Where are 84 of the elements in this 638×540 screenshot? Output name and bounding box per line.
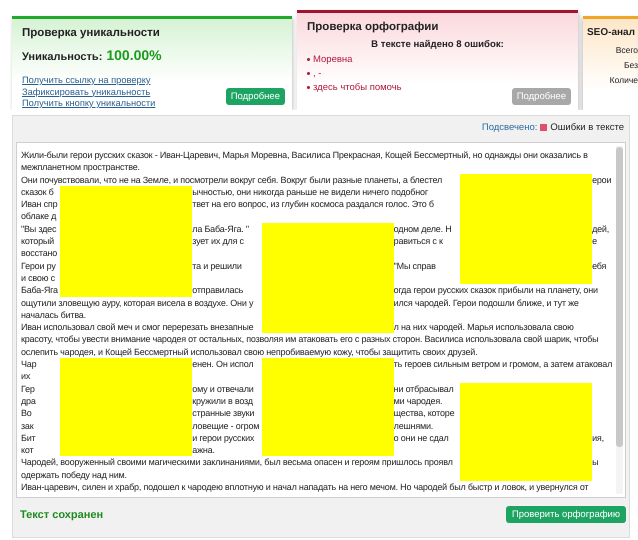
text-fragment: ла Баба-Яга. " bbox=[192, 222, 250, 236]
seo-label: Всего bbox=[616, 45, 638, 55]
text-fragment: кот bbox=[21, 444, 34, 456]
text-fragment: восстано bbox=[21, 247, 58, 260]
text-fragment: ми чародея. bbox=[394, 394, 444, 408]
text-fragment: равиться с к bbox=[394, 235, 444, 248]
text-fragment: Бит bbox=[21, 432, 36, 444]
error-word: здесь чтобы помочь bbox=[313, 82, 402, 93]
text-line: Иван-царевич, силен и храбр, подошел к чародею вплотную и начал нападать на него мечом. Но чародей был быстр и ловок, и увернулся от bbox=[21, 481, 590, 494]
highlight-link[interactable]: Подсвечено: bbox=[482, 122, 538, 133]
bullet-icon bbox=[307, 58, 310, 61]
card-title: Проверка орфографии bbox=[307, 21, 440, 33]
uniqueness-label: Уникальность: bbox=[22, 51, 102, 63]
error-word: , - bbox=[313, 68, 322, 79]
text-line: Жили-были герои русских сказок - Иван-Царевич, Марья Моревна, Василиса Прекрасная, Кощей Бессмертный, но однажды они оказались в bbox=[21, 149, 589, 162]
uniqueness-value: 100.00% bbox=[106, 47, 162, 63]
text-fragment: Чар bbox=[21, 358, 38, 370]
text-fragment: ловещие - огром bbox=[192, 420, 260, 432]
details-button[interactable]: Подробнее bbox=[226, 88, 285, 105]
card-title: SEO-анал bbox=[587, 27, 636, 38]
text-line: межпланетном пространстве. bbox=[21, 161, 141, 174]
card-title: Проверка уникальности bbox=[22, 27, 161, 39]
text-fragment: дра bbox=[21, 394, 37, 408]
scrollbar[interactable] bbox=[616, 146, 623, 494]
text-fragment: началась битва. bbox=[21, 308, 87, 322]
link[interactable]: Зафиксировать уникальность bbox=[22, 86, 150, 98]
text-fragment: Гер bbox=[21, 382, 36, 395]
legend-label: Ошибки в тексте bbox=[550, 122, 624, 133]
text-fragment: "Вы здес bbox=[21, 222, 58, 236]
link[interactable]: Получить кнопку уникальности bbox=[22, 98, 156, 110]
text-fragment: ился чародей. Герои подошли ближе, и тут же bbox=[394, 296, 580, 309]
text-fragment: который bbox=[21, 235, 55, 248]
text-fragment: твет на его вопрос, из глубин космоса раздался голос. Это б bbox=[192, 198, 435, 210]
text-fragment: ому и отвечали bbox=[192, 382, 255, 395]
seo-label: Количе bbox=[610, 75, 638, 85]
text-fragment: зак bbox=[21, 420, 35, 432]
text-fragment: Они почувствовали, что не на Земле, и посмотрели вокруг себя. Вокруг были разные планеты, а блестел bbox=[21, 174, 444, 186]
text-fragment: ть героев сильным ветром и громом, а затем атаковал bbox=[394, 358, 614, 370]
check-spelling-button[interactable]: Проверить орфографию bbox=[506, 506, 626, 523]
text-fragment: сказок б bbox=[21, 186, 55, 198]
text-fragment: кружили в возд bbox=[192, 394, 254, 408]
text-fragment: отправилась bbox=[192, 284, 244, 297]
text-fragment: ычностью, они никогда раньше не видели ничего подобног bbox=[192, 186, 429, 198]
seo-label: Без bbox=[624, 60, 638, 70]
error-summary: В тексте найдено 8 ошибок: bbox=[370, 39, 505, 50]
text-fragment: ощутили зловещую ауру, которая висела в воздухе. Они у bbox=[21, 296, 254, 309]
text-fragment: щества, которе bbox=[394, 407, 456, 420]
text-fragment: Иван использовал свой меч и смог перерезать внезапные bbox=[21, 321, 254, 334]
text-line: ослепить чародея, и Кощей Бессмертный использовал свою непробиваемую кожу, чтобы защитить своих друзей. bbox=[21, 346, 478, 358]
text-fragment: одном деле. Н bbox=[394, 222, 453, 236]
text-fragment: о они не сдал bbox=[394, 432, 450, 444]
text-fragment: их bbox=[21, 370, 32, 383]
text-fragment: Иван спр bbox=[21, 198, 58, 210]
bullet-icon bbox=[307, 72, 310, 75]
text-fragment: лешнями. bbox=[394, 420, 434, 432]
text-fragment: облаке д bbox=[21, 210, 58, 223]
text-area[interactable] bbox=[16, 142, 626, 498]
text-fragment: дей, bbox=[592, 222, 610, 236]
link[interactable]: Получить ссылку на проверку bbox=[22, 75, 151, 86]
text-fragment: странные звуки bbox=[192, 407, 256, 420]
text-fragment: ажна. bbox=[192, 444, 216, 456]
text-fragment: одержать победу над ним. bbox=[21, 468, 128, 482]
text-fragment: Во bbox=[21, 407, 33, 420]
text-fragment: и свою с bbox=[21, 272, 56, 284]
text-fragment: "Мы справ bbox=[394, 260, 437, 272]
text-fragment: ерои bbox=[592, 174, 612, 186]
text-fragment: ы bbox=[592, 456, 600, 469]
text-fragment: зует их для с bbox=[192, 235, 245, 248]
text-fragment: енен. Он испол bbox=[192, 358, 254, 370]
text-fragment: Герои ру bbox=[21, 260, 57, 272]
bullet-icon bbox=[307, 86, 310, 89]
text-fragment: огда герои русских сказок прибыли на планету, они bbox=[394, 284, 599, 297]
text-fragment: ни отбрасывал bbox=[394, 382, 455, 395]
text-fragment: е bbox=[592, 235, 598, 248]
text-fragment: та и решили bbox=[192, 260, 243, 272]
text-fragment: л на них чародей. Марья использовала свою bbox=[394, 321, 575, 334]
text-fragment: Чародей, вооруженный своими магическими заклинаниями, был весьма опасен и героям пришлось проявл bbox=[21, 456, 454, 469]
error-word: Моревна bbox=[313, 54, 352, 65]
save-status: Текст сохранен bbox=[20, 508, 104, 520]
text-fragment: ебя bbox=[592, 260, 608, 272]
text-fragment: и герои русских bbox=[192, 432, 256, 444]
text-line: красоту, чтобы увести внимание чародея от остальных, позволяя им атаковать его с разных сторон. Василиса использовала свой шарик, чтобы bbox=[21, 333, 600, 346]
text-fragment: Баба-Яга bbox=[21, 284, 59, 297]
text-fragment: ия, bbox=[592, 432, 605, 444]
